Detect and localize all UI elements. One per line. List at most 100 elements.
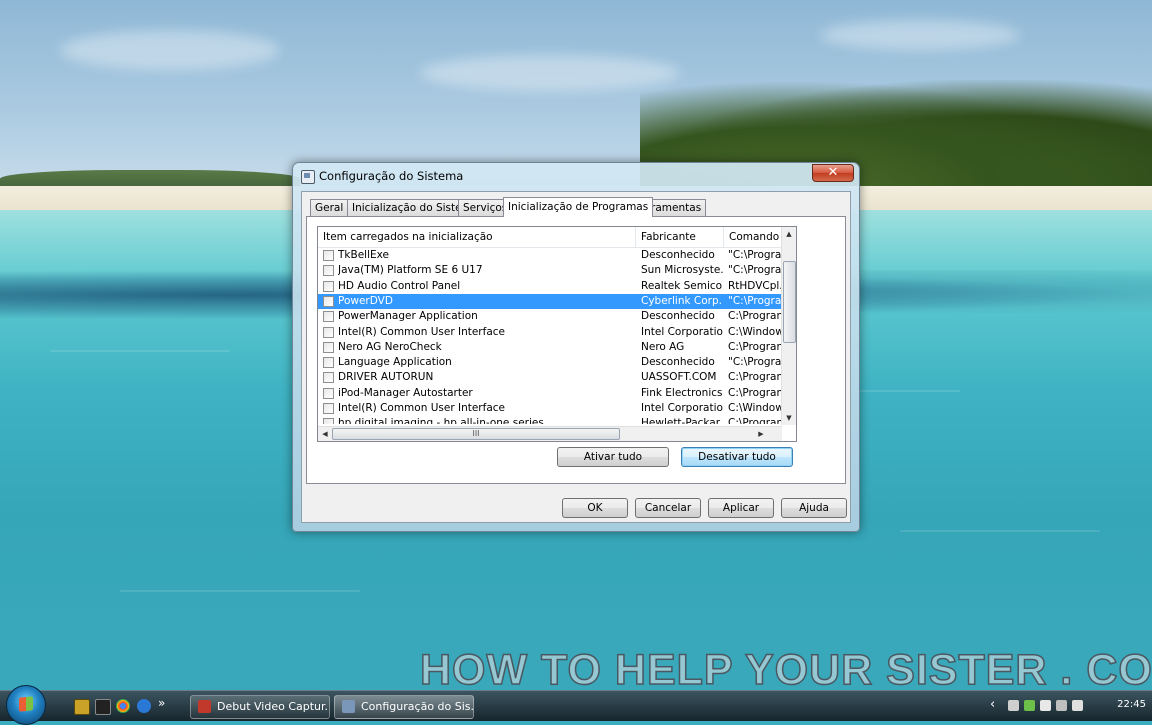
item-manufacturer: UASSOFT.COM — [641, 371, 717, 384]
startup-item-checkbox[interactable] — [323, 372, 334, 384]
show-hidden-icons-arrow[interactable]: ‹ — [990, 697, 995, 712]
title-bar[interactable]: Configuração do Sistema ✕ — [293, 163, 859, 189]
item-name: TkBellExe — [338, 249, 389, 261]
list-item[interactable]: DRIVER AUTORUN UASSOFT.COM C:\Program — [318, 370, 782, 385]
item-manufacturer: Sun Microsyste... — [641, 264, 723, 277]
startup-item-checkbox[interactable] — [323, 357, 334, 369]
startup-item-checkbox[interactable] — [323, 418, 334, 424]
list-item[interactable]: TkBellExe Desconhecido "C:\Program — [318, 248, 782, 263]
startup-item-checkbox[interactable] — [323, 387, 334, 399]
scroll-right-arrow[interactable]: ▶ — [754, 427, 768, 441]
vertical-scroll-thumb[interactable] — [783, 261, 796, 343]
vertical-scrollbar[interactable]: ▲ ▼ — [781, 227, 796, 425]
scroll-up-arrow[interactable]: ▲ — [782, 227, 796, 241]
horizontal-scroll-thumb[interactable]: III — [332, 428, 620, 440]
startup-item-checkbox[interactable] — [323, 280, 334, 292]
item-command: C:\Program — [728, 310, 782, 323]
startup-tab-panel: Item carregados na inicialização Fabrica… — [306, 216, 846, 484]
dialog-client-area: Geral Inicialização do Sistema Serviços … — [301, 191, 851, 523]
list-rows: TkBellExeDesconhecido"C:\ProgramJava(TM)… — [318, 248, 782, 424]
item-command: "C:\Program — [728, 249, 782, 261]
system-tray: ‹ 22:45 — [982, 693, 1152, 719]
list-item[interactable]: HD Audio Control Panel Realtek Semico... R… — [318, 279, 782, 294]
list-item[interactable]: hp digital imaging - hp all-in-one serie… — [318, 416, 782, 424]
startup-item-checkbox[interactable] — [323, 295, 334, 307]
list-item[interactable]: PowerDVD Cyberlink Corp. "C:\Program — [318, 293, 782, 309]
item-name: Java(TM) Platform SE 6 U17 — [338, 264, 483, 277]
startup-item-checkbox[interactable] — [323, 403, 334, 414]
task-debut-video-capture[interactable]: Debut Video Captur... — [190, 695, 330, 719]
item-command: C:\Windows — [728, 402, 782, 414]
startup-item-checkbox[interactable] — [323, 326, 334, 338]
debut-app-icon — [198, 700, 211, 713]
close-button[interactable]: ✕ — [812, 164, 854, 182]
item-name: DRIVER AUTORUN — [338, 371, 434, 384]
item-manufacturer: Hewlett-Packar... — [641, 417, 723, 424]
scroll-left-arrow[interactable]: ◀ — [318, 427, 332, 441]
item-name: Intel(R) Common User Interface — [338, 402, 505, 414]
item-name: PowerManager Application — [338, 310, 478, 323]
item-name: HD Audio Control Panel — [338, 279, 461, 292]
item-command: RtHDVCpl.e — [728, 279, 782, 292]
tray-volume-icon[interactable] — [1056, 700, 1067, 711]
item-manufacturer: Desconhecido — [641, 310, 715, 323]
list-item[interactable]: Java(TM) Platform SE 6 U17 Sun Microsyste… — [318, 263, 782, 278]
startup-item-checkbox[interactable] — [323, 250, 334, 261]
watermark-text: HOW TO HELP YOUR SISTER . COM — [419, 646, 1152, 694]
system-configuration-dialog: Configuração do Sistema ✕ Geral Iniciali… — [292, 162, 860, 532]
task-system-configuration[interactable]: Configuração do Sis... — [334, 695, 474, 719]
help-button[interactable]: Ajuda — [781, 498, 847, 518]
startup-item-checkbox[interactable] — [323, 311, 334, 323]
startup-item-checkbox[interactable] — [323, 265, 334, 277]
list-item[interactable]: iPod-Manager Autostarter Fink Electronics… — [318, 386, 782, 401]
item-name: hp digital imaging - hp all-in-one serie… — [338, 417, 544, 424]
scroll-down-arrow[interactable]: ▼ — [782, 411, 796, 425]
item-manufacturer: Fink Electronics — [641, 386, 723, 399]
list-item[interactable]: Intel(R) Common User Interface Intel Corp… — [318, 401, 782, 416]
item-command: C:\Program — [728, 386, 782, 399]
tray-battery-icon[interactable] — [1072, 700, 1083, 711]
horizontal-scrollbar[interactable]: ◀ III ▶ — [318, 426, 782, 441]
window-title: Configuração do Sistema — [319, 169, 464, 183]
column-header-manufacturer[interactable]: Fabricante — [636, 227, 724, 247]
tray-shield-icon[interactable] — [1024, 700, 1035, 711]
msconfig-icon — [301, 170, 315, 184]
list-header: Item carregados na inicialização Fabrica… — [318, 227, 782, 248]
list-item[interactable]: Intel(R) Common User Interface Intel Corp… — [318, 325, 782, 340]
clock[interactable]: 22:45 — [1117, 699, 1146, 710]
item-manufacturer: Desconhecido — [641, 356, 715, 369]
column-header-item[interactable]: Item carregados na inicialização — [318, 227, 636, 247]
taskbar: » Debut Video Captur... Configuração do … — [0, 685, 1152, 725]
list-item[interactable]: PowerManager Application Desconhecido C:\P… — [318, 309, 782, 324]
item-command: "C:\Program — [728, 356, 782, 369]
item-name: Intel(R) Common User Interface — [338, 325, 505, 338]
column-header-command[interactable]: Comando — [724, 227, 782, 247]
skull-app-icon[interactable] — [95, 699, 111, 715]
item-name: Language Application — [338, 356, 452, 369]
internet-explorer-icon[interactable] — [137, 699, 151, 713]
item-command: "C:\Program — [728, 264, 782, 277]
tab-startup[interactable]: Inicialização de Programas — [503, 197, 654, 217]
chrome-icon[interactable] — [116, 699, 130, 713]
tray-network-icon[interactable] — [1040, 700, 1051, 711]
startup-item-checkbox[interactable] — [323, 341, 334, 353]
item-command: "C:\Program — [728, 294, 782, 307]
item-manufacturer: Desconhecido — [641, 249, 715, 261]
ok-button[interactable]: OK — [562, 498, 628, 518]
item-name: Nero AG NeroCheck — [338, 340, 442, 353]
task-label: Configuração do Sis... — [361, 700, 474, 713]
disable-all-button[interactable]: Desativar tudo — [681, 447, 793, 467]
list-item[interactable]: Language Application Desconhecido "C:\Prog… — [318, 355, 782, 370]
startup-items-list[interactable]: Item carregados na inicialização Fabrica… — [317, 226, 797, 442]
item-manufacturer: Nero AG — [641, 340, 685, 353]
enable-all-button[interactable]: Ativar tudo — [557, 447, 669, 467]
tab-general[interactable]: Geral — [310, 199, 349, 216]
tray-device-icon[interactable] — [1008, 700, 1019, 711]
list-item[interactable]: Nero AG NeroCheck Nero AG C:\Program — [318, 340, 782, 355]
item-command: C:\Windows — [728, 325, 782, 338]
hypersnap-icon[interactable] — [74, 699, 90, 715]
start-button[interactable] — [6, 685, 46, 725]
cancel-button[interactable]: Cancelar — [635, 498, 701, 518]
quick-launch-overflow-chevron-icon[interactable]: » — [158, 696, 170, 710]
apply-button[interactable]: Aplicar — [708, 498, 774, 518]
